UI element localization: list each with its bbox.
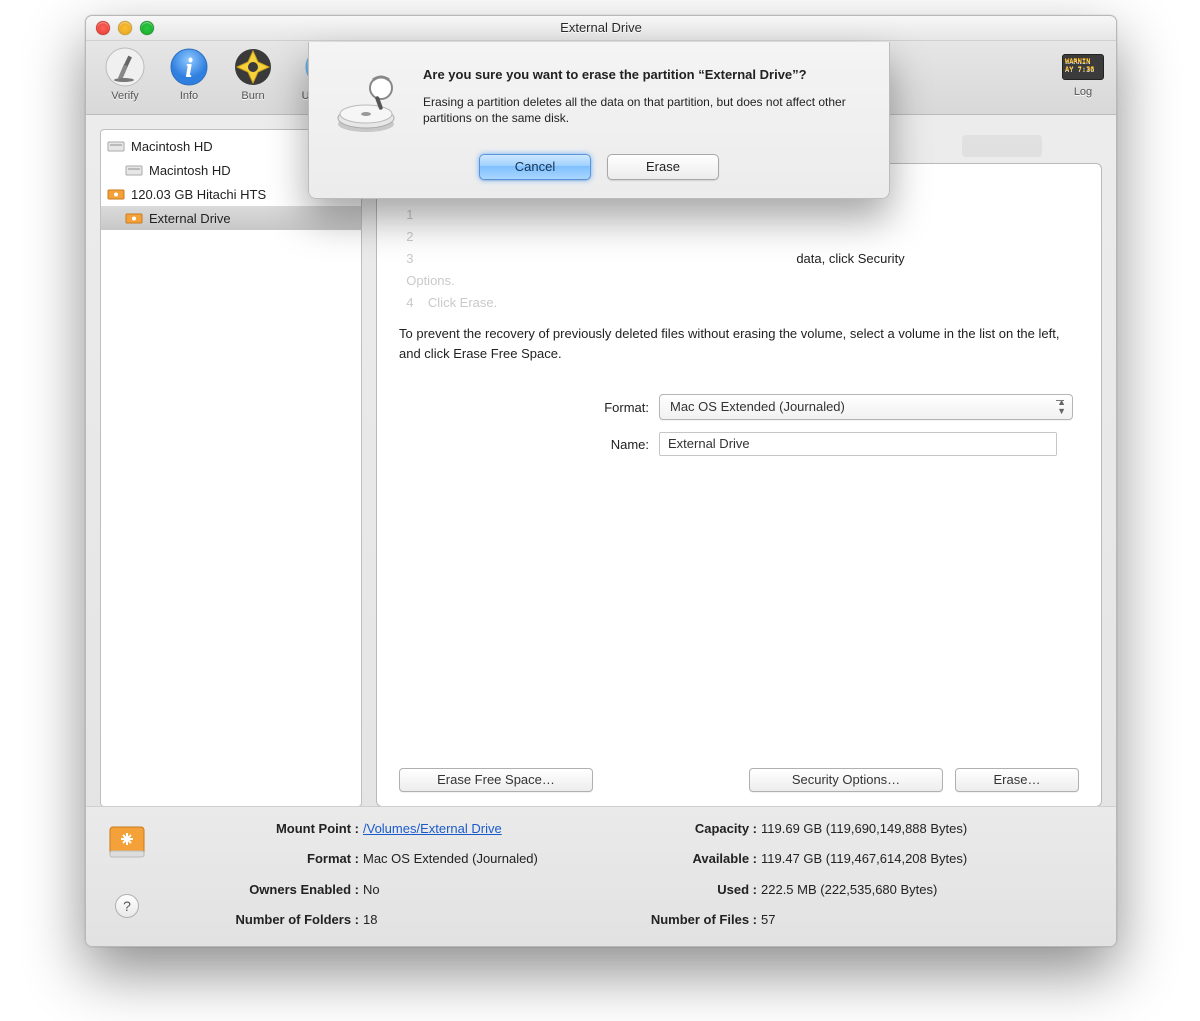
files-label: Number of Files :	[617, 912, 757, 938]
dialog-body: Erasing a partition deletes all the data…	[423, 94, 865, 126]
capacity-label: Capacity :	[617, 821, 757, 847]
minimize-window-button[interactable]	[118, 21, 132, 35]
chevron-updown-icon: ▲▼	[1057, 398, 1066, 416]
titlebar: External Drive	[86, 16, 1116, 41]
erase-free-space-button[interactable]: Erase Free Space…	[399, 768, 593, 792]
tree-label: External Drive	[149, 211, 231, 226]
format-row: Format: Mac OS Extended (Journaled) ▲▼	[399, 394, 1079, 420]
main-content: To 1 2 3 data, click Security	[376, 129, 1102, 807]
erase-panel: To 1 2 3 data, click Security	[376, 163, 1102, 807]
capacity-value: 119.69 GB (119,690,149,888 Bytes)	[761, 821, 1098, 847]
name-label: Name:	[399, 437, 659, 452]
info-icon: i	[168, 46, 210, 88]
svg-text:i: i	[185, 53, 193, 82]
log-icon: WARNIN AY 7:36	[1062, 54, 1104, 80]
name-row: Name: External Drive	[399, 432, 1079, 456]
close-window-button[interactable]	[96, 21, 110, 35]
disk-icon	[125, 163, 143, 177]
folders-label: Number of Folders :	[164, 912, 359, 938]
zoom-window-button[interactable]	[140, 21, 154, 35]
format-select[interactable]: Mac OS Extended (Journaled) ▲▼	[659, 394, 1073, 420]
tree-label: Macintosh HD	[149, 163, 231, 178]
used-value: 222.5 MB (222,535,680 Bytes)	[761, 882, 1098, 908]
dialog-erase-button[interactable]: Erase	[607, 154, 719, 180]
name-value: External Drive	[668, 436, 750, 451]
toolbar-info[interactable]: i Info	[158, 46, 220, 102]
usb-disk-icon	[125, 211, 143, 225]
toolbar-burn[interactable]: Burn	[222, 46, 284, 102]
tree-label: 120.03 GB Hitachi HTS	[131, 187, 266, 202]
help-button[interactable]: ?	[115, 894, 139, 918]
format-label: Format :	[164, 851, 359, 877]
tree-label: Macintosh HD	[131, 139, 213, 154]
disk-utility-window: External Drive Verify i Info	[85, 15, 1117, 947]
window-controls	[96, 21, 154, 35]
footer-info: ? Mount Point : /Volumes/External Drive …	[86, 806, 1116, 946]
dialog-cancel-button[interactable]: Cancel	[479, 154, 591, 180]
panel-buttons: Erase Free Space… Security Options… Eras…	[399, 768, 1079, 792]
format-label: Format:	[399, 400, 659, 415]
mount-point-label: Mount Point :	[164, 821, 359, 847]
window-title: External Drive	[86, 16, 1116, 40]
erase-button[interactable]: Erase…	[955, 768, 1079, 792]
toolbar-info-label: Info	[180, 90, 198, 102]
dialog-heading: Are you sure you want to erase the parti…	[423, 66, 865, 84]
burn-icon	[232, 46, 274, 88]
mount-point-link[interactable]: /Volumes/External Drive	[363, 821, 502, 836]
disk-icon	[107, 139, 125, 153]
toolbar-burn-label: Burn	[241, 90, 264, 102]
toolbar-verify-label: Verify	[111, 90, 139, 102]
format-value: Mac OS Extended (Journaled)	[670, 399, 845, 414]
security-options-button[interactable]: Security Options…	[749, 768, 943, 792]
format-value: Mac OS Extended (Journaled)	[363, 851, 613, 877]
erase-confirm-dialog: Are you sure you want to erase the parti…	[308, 42, 890, 199]
available-value: 119.47 GB (119,467,614,208 Bytes)	[761, 851, 1098, 877]
folders-value: 18	[363, 912, 613, 938]
used-label: Used :	[617, 882, 757, 908]
usb-disk-icon	[107, 187, 125, 201]
volume-icon	[106, 821, 148, 866]
microscope-icon	[104, 46, 146, 88]
files-value: 57	[761, 912, 1098, 938]
name-input[interactable]: External Drive	[659, 432, 1057, 456]
obscured-text: To 1 2 3 data, click Security	[399, 182, 1079, 314]
sidebar: Macintosh HD Macintosh HD 120.03 GB Hita…	[100, 129, 362, 807]
instruction-text: To prevent the recovery of previously de…	[399, 324, 1079, 364]
owners-value: No	[363, 882, 613, 908]
toolbar-verify[interactable]: Verify	[94, 46, 156, 102]
toolbar-log-label: Log	[1074, 86, 1092, 98]
volume-row-selected[interactable]: External Drive	[101, 206, 361, 230]
toolbar-log[interactable]: WARNIN AY 7:36 Log	[1058, 46, 1108, 98]
available-label: Available :	[617, 851, 757, 877]
owners-label: Owners Enabled :	[164, 882, 359, 908]
disk-utility-app-icon	[333, 66, 403, 136]
